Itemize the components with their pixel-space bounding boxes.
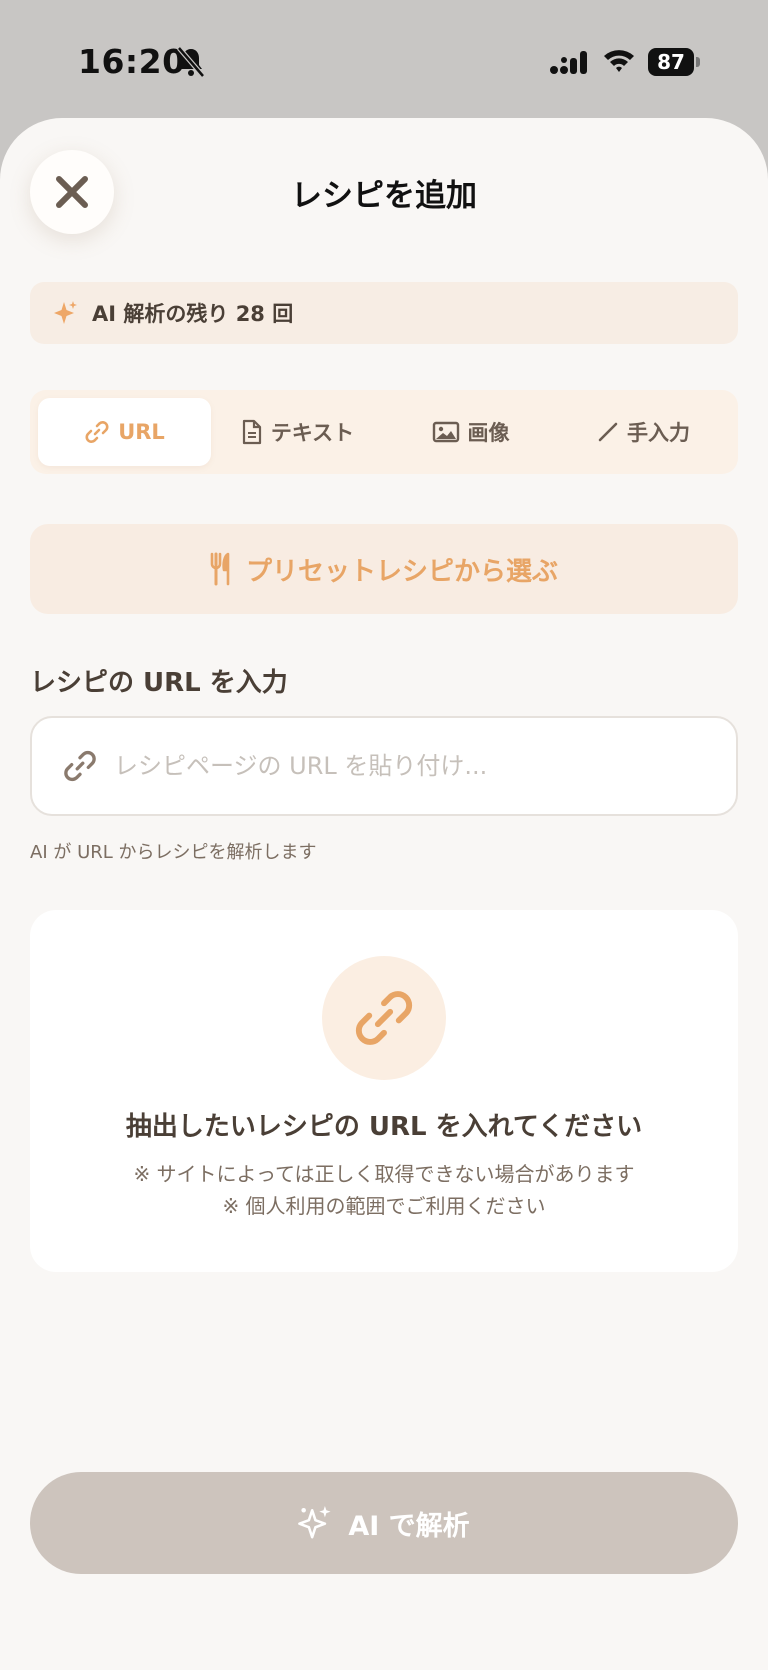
utensils-icon — [210, 552, 230, 586]
tab-text[interactable]: テキスト — [211, 398, 384, 466]
tab-manual-label: 手入力 — [627, 421, 690, 445]
empty-state-note: ※ 個人利用の範囲でご利用ください — [222, 1194, 546, 1218]
bell-slash-icon — [177, 46, 205, 78]
ai-usage-banner: AI 解析の残り 28 回 — [30, 282, 738, 344]
signal-icon — [550, 51, 587, 74]
analyze-button-label: AI で解析 — [348, 1510, 470, 1542]
sparkle-icon — [298, 1506, 331, 1539]
empty-state-card: 抽出したいレシピの URL を入れてください ※ サイトによっては正しく取得でき… — [30, 910, 738, 1272]
empty-state-title: 抽出したいレシピの URL を入れてください — [125, 1112, 643, 1142]
status-time: 16:20 — [78, 42, 186, 81]
url-helper-text: AI が URL からレシピを解析します — [30, 842, 317, 863]
image-icon — [432, 421, 459, 443]
tab-manual[interactable]: 手入力 — [557, 398, 730, 466]
document-icon — [242, 419, 261, 445]
preset-recipe-button[interactable]: プリセットレシピから選ぶ — [30, 524, 738, 614]
link-icon — [64, 750, 96, 782]
pencil-icon — [598, 422, 618, 442]
battery-tip — [696, 57, 700, 67]
url-field[interactable] — [30, 716, 738, 816]
tab-image-label: 画像 — [467, 421, 510, 445]
link-icon — [85, 421, 109, 443]
tab-image[interactable]: 画像 — [384, 398, 557, 466]
sparkle-icon — [54, 301, 77, 324]
status-bar: 16:20 87 — [0, 0, 768, 118]
empty-state-note: ※ サイトによっては正しく取得できない場合があります — [133, 1162, 635, 1186]
url-section-label: レシピの URL を入力 — [30, 668, 288, 698]
tab-url-label: URL — [118, 420, 165, 444]
empty-state-icon-circle — [322, 956, 446, 1080]
input-method-tabs: URL テキスト 画像 手入力 — [30, 390, 738, 474]
ai-usage-text: AI 解析の残り 28 回 — [92, 302, 294, 326]
tab-url[interactable]: URL — [38, 398, 211, 466]
tab-text-label: テキスト — [270, 421, 355, 445]
battery-level: 87 — [648, 48, 694, 76]
page-title: レシピを追加 — [291, 178, 477, 214]
wifi-icon — [604, 50, 634, 72]
url-input[interactable] — [114, 752, 674, 780]
analyze-with-ai-button[interactable]: AI で解析 — [30, 1472, 738, 1574]
add-recipe-sheet: レシピを追加 AI 解析の残り 28 回 URL テキスト 画像 手入力 プリセ… — [0, 118, 768, 1670]
battery-icon: 87 — [648, 48, 700, 76]
link-icon — [355, 991, 413, 1045]
preset-recipe-label: プリセットレシピから選ぶ — [245, 556, 558, 587]
